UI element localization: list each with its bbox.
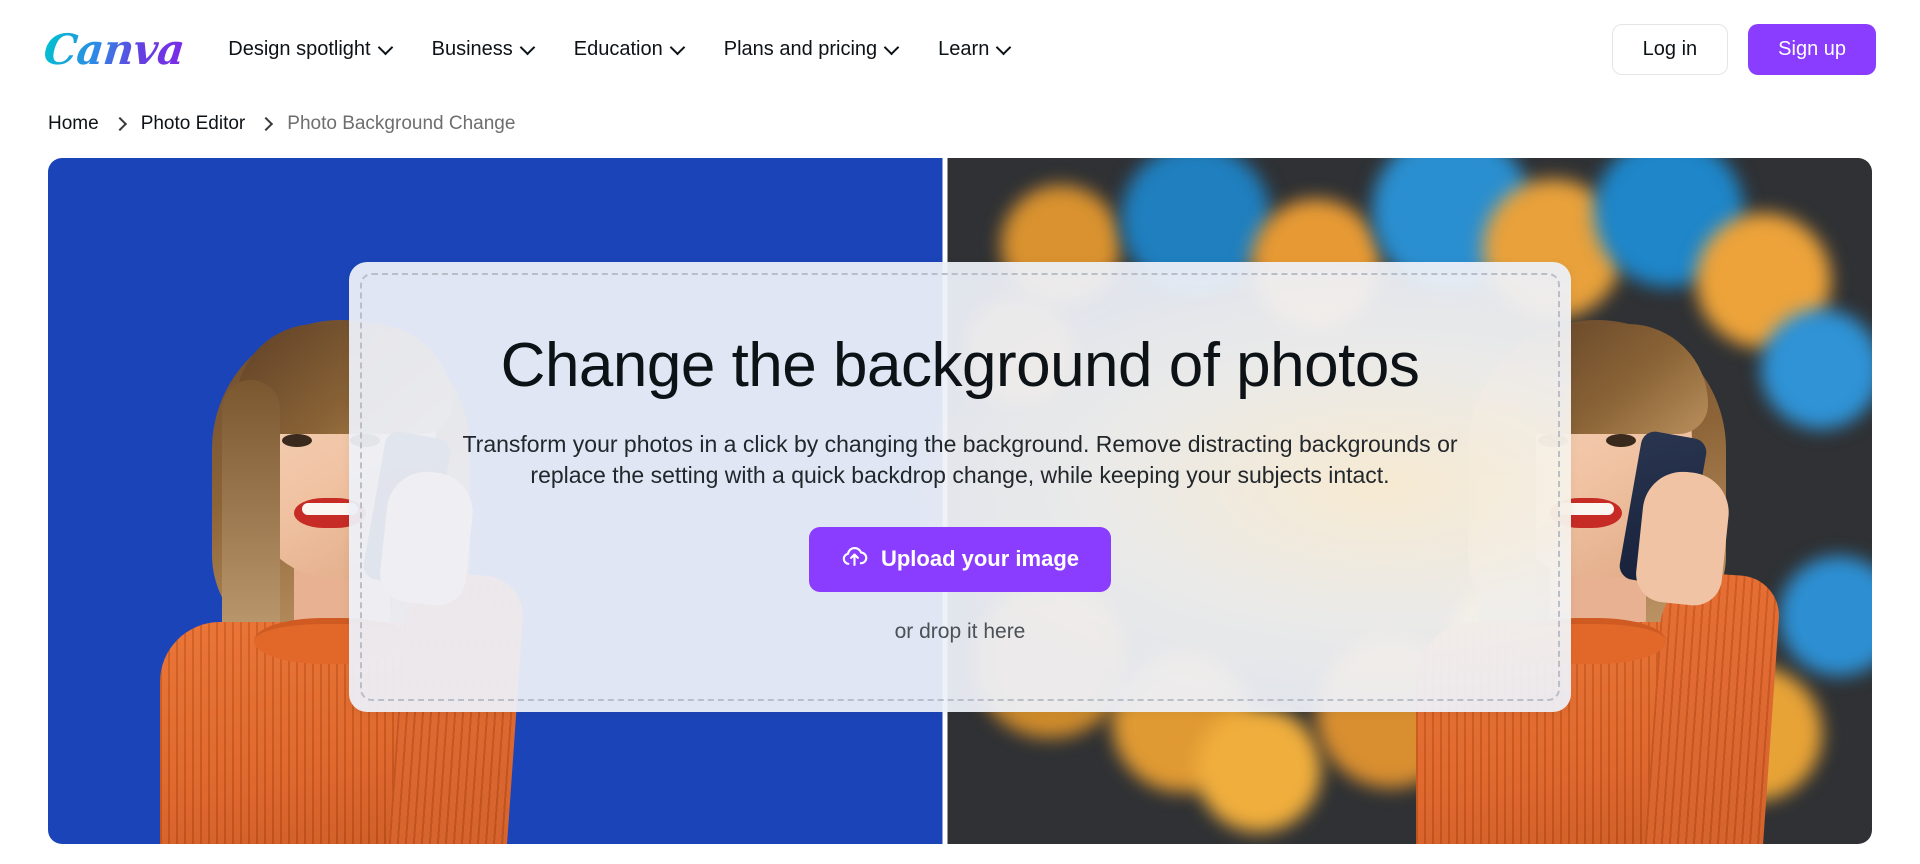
log-in-button[interactable]: Log in: [1611, 23, 1729, 75]
upload-button-label: Upload your image: [880, 546, 1080, 572]
nav-item-label: Design spotlight: [228, 37, 371, 60]
bokeh-circle: [1195, 706, 1321, 832]
sign-up-button[interactable]: Sign up: [1748, 23, 1876, 75]
nav-item-design-spotlight[interactable]: Design spotlight: [228, 38, 391, 61]
chevron-right-icon: [112, 116, 127, 132]
chevron-right-icon: [259, 116, 274, 132]
nav-item-label: Plans and pricing: [723, 37, 878, 60]
nav-item-business[interactable]: Business: [432, 38, 534, 61]
breadcrumb-item-photo-editor[interactable]: Photo Editor: [141, 113, 246, 135]
canva-logo[interactable]: Canva: [41, 25, 186, 74]
nav-item-label: Education: [573, 37, 663, 60]
breadcrumb: Home Photo Editor Photo Background Chang…: [0, 98, 1920, 150]
subject-arm: [1644, 570, 1782, 844]
chevron-down-icon: [998, 41, 1010, 53]
hero-banner: Change the background of photos Transfor…: [48, 158, 1872, 844]
header-actions: Log in Sign up: [1611, 23, 1876, 75]
nav-item-learn[interactable]: Learn: [938, 38, 1010, 61]
upload-your-image-button[interactable]: Upload your image: [808, 526, 1112, 592]
breadcrumb-item-home[interactable]: Home: [48, 113, 99, 135]
nav-item-label: Learn: [938, 37, 990, 60]
page-subtitle: Transform your photos in a click by chan…: [462, 431, 1458, 488]
nav-item-education[interactable]: Education: [574, 38, 684, 61]
upload-drop-panel[interactable]: Change the background of photos Transfor…: [349, 262, 1571, 712]
drop-hint-text: or drop it here: [894, 619, 1026, 643]
subject-eye-right: [1606, 434, 1636, 447]
subject-hand: [1633, 467, 1733, 609]
subject-eye-left: [282, 434, 312, 447]
site-header: Canva Design spotlight Business Educatio…: [0, 0, 1920, 98]
nav-item-label: Business: [431, 37, 513, 60]
nav-item-plans-and-pricing[interactable]: Plans and pricing: [724, 38, 898, 61]
chevron-down-icon: [522, 41, 534, 53]
chevron-down-icon: [672, 41, 684, 53]
cloud-upload-icon: [841, 543, 868, 576]
breadcrumb-item-photo-background-change: Photo Background Change: [287, 113, 516, 134]
page-title: Change the background of photos: [500, 331, 1420, 401]
sweater-rib-texture: [1644, 570, 1782, 844]
drop-panel-content: Change the background of photos Transfor…: [349, 330, 1571, 644]
chevron-down-icon: [380, 41, 392, 53]
main-navigation: Design spotlight Business Education Plan…: [228, 38, 1611, 61]
hero-section: Change the background of photos Transfor…: [0, 150, 1920, 844]
chevron-down-icon: [886, 41, 898, 53]
